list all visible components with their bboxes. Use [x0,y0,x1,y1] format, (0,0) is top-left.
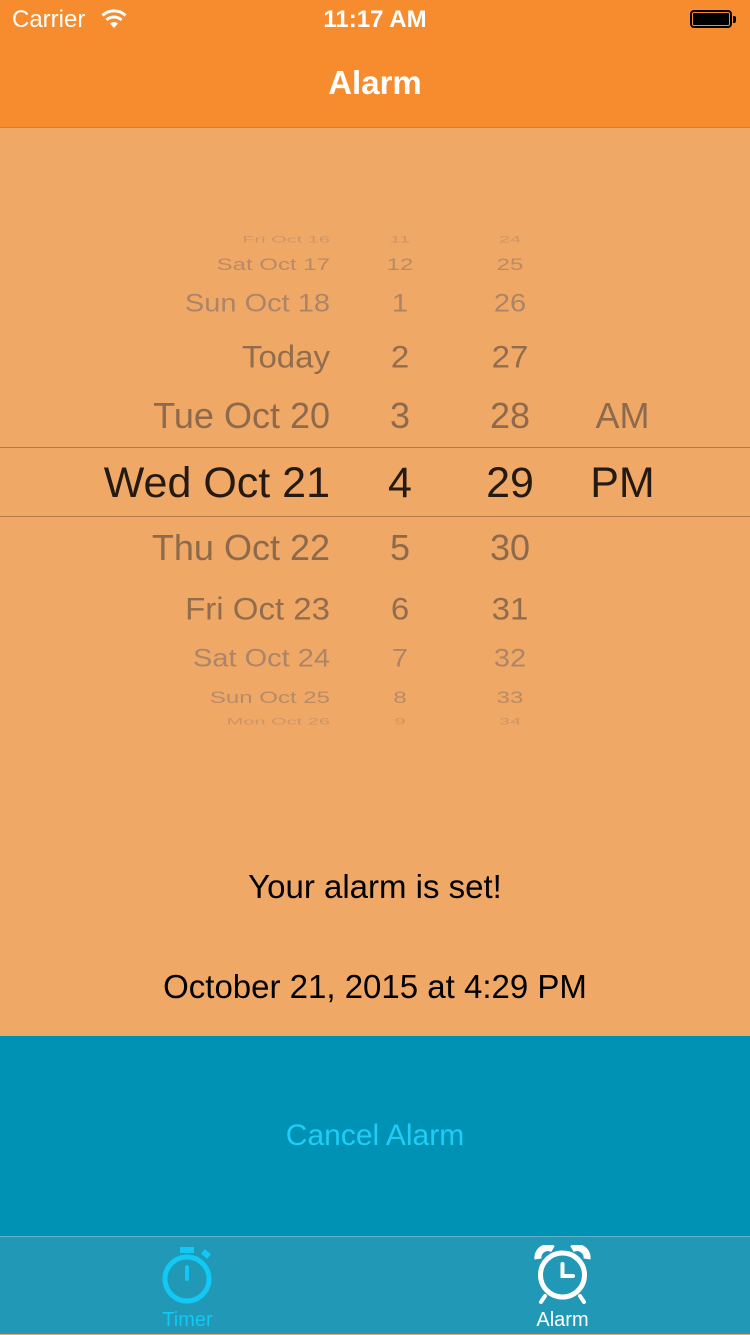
alarm-clock-icon [534,1245,591,1304]
picker-hour-column[interactable]: 11 12 1 2 3 4 5 6 7 8 9 [355,220,445,740]
picker-minute-column[interactable]: 24 25 26 27 28 29 30 31 32 33 34 [455,220,565,740]
ampm-option[interactable]: AM [570,398,675,434]
minutes-option[interactable]: 24 [455,236,565,245]
date-time-picker[interactable]: Fri Oct 16 Sat Oct 17 Sun Oct 18 Today Tue O… [0,220,750,740]
hours-option[interactable]: 9 [355,718,445,727]
minutes-option[interactable]: 28 [455,398,565,434]
minutes-option[interactable]: 33 [455,689,565,707]
page-title: Alarm [328,64,422,101]
battery-icon [690,10,738,30]
dates-option[interactable]: Mon Oct 26 [60,718,330,727]
alarm-datetime-text: October 21, 2015 at 4:29 PM [163,968,587,1005]
minutes-option[interactable]: 25 [455,256,565,274]
hours-option[interactable]: 2 [355,340,445,371]
dates-option[interactable]: Fri Oct 16 [60,236,330,245]
minutes-option[interactable]: 27 [455,340,565,371]
status-time: 11:17 AM [323,6,427,33]
cancel-alarm-button[interactable]: Cancel Alarm [286,1119,464,1153]
dates-option[interactable]: Sat Oct 24 [60,646,330,672]
dates-option[interactable]: Tue Oct 20 [60,398,330,434]
minutes-option[interactable]: 29 [455,461,565,505]
alarm-status-text: Your alarm is set! [248,868,502,905]
minutes-option[interactable]: 30 [455,530,565,566]
stopwatch-icon [162,1247,212,1304]
dates-option[interactable]: Fri Oct 23 [60,592,330,623]
minutes-option[interactable]: 32 [455,646,565,672]
hours-option[interactable]: 12 [355,256,445,274]
picker-date-column[interactable]: Fri Oct 16 Sat Oct 17 Sun Oct 18 Today Tue O… [60,220,330,740]
minutes-option[interactable]: 34 [455,718,565,727]
dates-option[interactable]: Sat Oct 17 [60,256,330,274]
dates-option[interactable]: Thu Oct 22 [60,530,330,566]
tab-alarm[interactable]: Alarm [375,1237,750,1335]
ampm-option[interactable]: PM [570,461,675,505]
hours-option[interactable]: 4 [355,461,445,505]
hours-option[interactable]: 3 [355,398,445,434]
navigation-bar: Carrier 11:17 AM Alarm [0,0,750,128]
hours-option[interactable]: 7 [355,646,445,672]
picker-ampm-column[interactable]: AM PM [570,220,675,740]
tab-timer[interactable]: Timer [0,1237,375,1335]
dates-option[interactable]: Wed Oct 21 [60,461,330,505]
hours-option[interactable]: 11 [355,236,445,245]
dates-option[interactable]: Sun Oct 18 [60,291,330,317]
tab-alarm-label: Alarm [536,1309,589,1331]
cancel-area: Cancel Alarm [0,1036,750,1236]
dates-option[interactable]: Today [60,340,330,371]
tab-bar: Timer Alarm [0,1236,750,1334]
dates-option[interactable]: Sun Oct 25 [60,689,330,707]
minutes-option[interactable]: 31 [455,592,565,623]
minutes-option[interactable]: 26 [455,291,565,317]
tab-timer-label: Timer [162,1309,213,1331]
hours-option[interactable]: 5 [355,530,445,566]
status-bar: Carrier 11:17 AM [0,0,750,40]
hours-option[interactable]: 8 [355,689,445,707]
hours-option[interactable]: 1 [355,291,445,317]
hours-option[interactable]: 6 [355,592,445,623]
